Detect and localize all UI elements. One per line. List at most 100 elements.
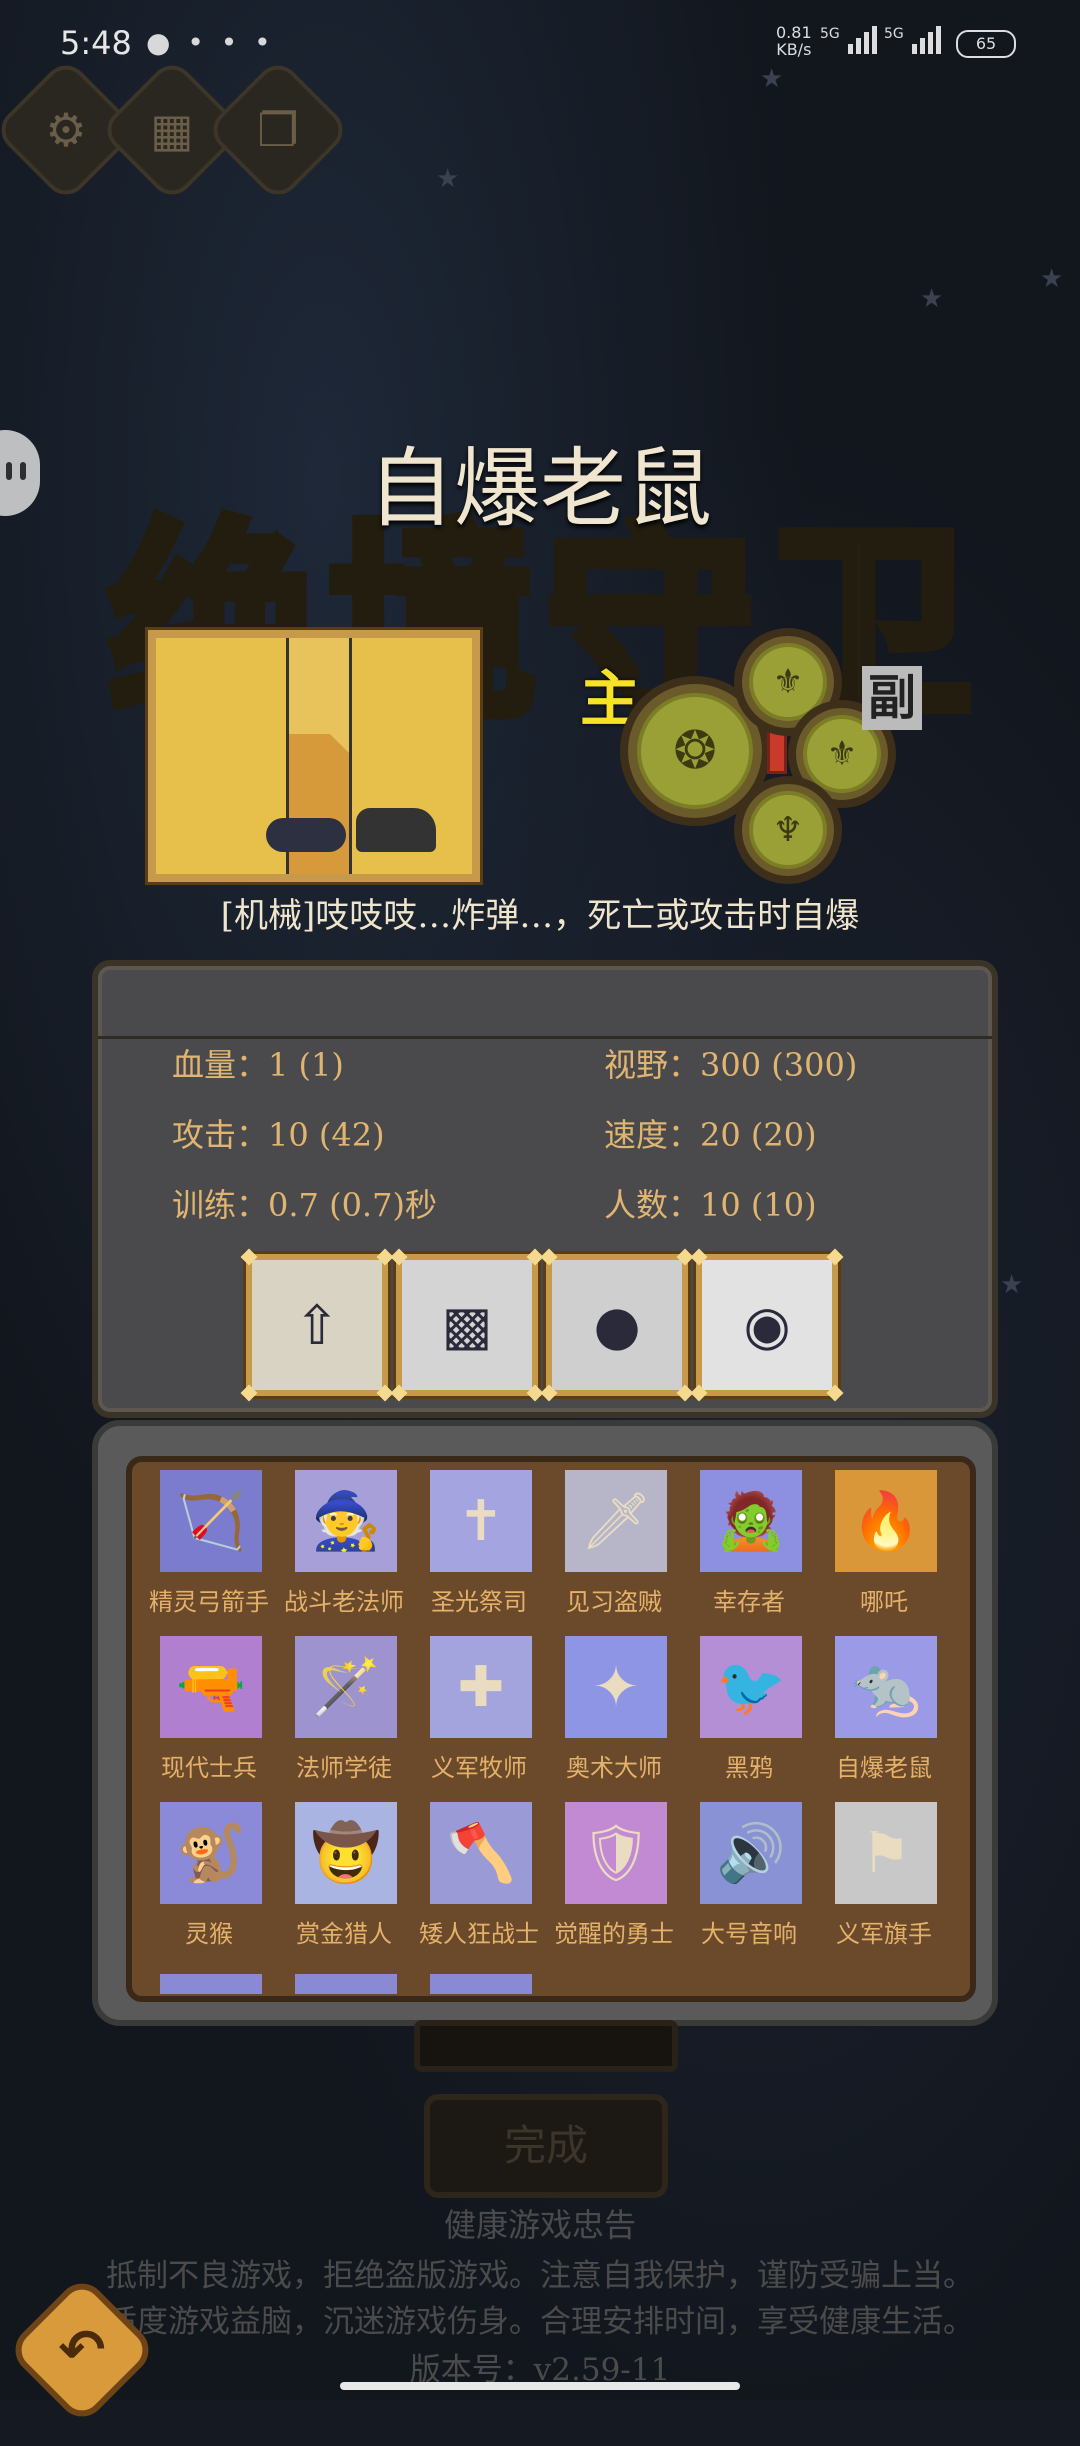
roster-unit-partial[interactable]	[430, 1974, 532, 1994]
unit-portrait	[148, 630, 480, 882]
unit-name-label: 灵猴	[185, 1920, 233, 1948]
roster-unit[interactable]: 🔥 哪吒	[817, 1470, 951, 1630]
stat-speed: 速度：20 (20)	[604, 1110, 817, 1156]
unit-name-label: 奥术大师	[566, 1754, 662, 1782]
unit-avatar: 🗡	[565, 1470, 667, 1572]
rat-glow-icon: ◉	[743, 1293, 791, 1357]
roster-unit[interactable]: ✚ 义军牧师	[412, 1636, 546, 1796]
stat-attack: 攻击：10 (42)	[172, 1110, 385, 1156]
roster-unit[interactable]: 🛡 觉醒的勇士	[547, 1802, 681, 1962]
unit-avatar: 🐀	[835, 1636, 937, 1738]
unit-avatar: ✝	[430, 1470, 532, 1572]
roster-unit[interactable]: 🪄 法师学徒	[277, 1636, 411, 1796]
unit-name: 自爆老鼠	[368, 439, 712, 539]
stat-vision-value: 300 (300)	[700, 1046, 858, 1084]
roster-unit[interactable]: 🔊 大号音响	[682, 1802, 816, 1962]
signal-label: 5G	[820, 26, 840, 42]
unit-name-label: 自爆老鼠	[836, 1754, 932, 1782]
stat-count-value: 10 (10)	[700, 1186, 817, 1224]
unit-avatar: 🐦	[700, 1636, 802, 1738]
roster-unit-partial[interactable]	[295, 1974, 397, 1994]
unit-avatar: ⚑	[835, 1802, 937, 1904]
back-arrow-icon: ↶	[58, 2317, 106, 2383]
sub-talent-orb-bottom[interactable]: ♆	[734, 776, 842, 884]
roster-unit[interactable]: 🐦 黑鸦	[682, 1636, 816, 1796]
signal-icon: 5G	[820, 26, 880, 58]
roster-unit[interactable]: ✦ 奥术大师	[547, 1636, 681, 1796]
roster-unit[interactable]: 🪓 矮人狂战士	[412, 1802, 546, 1962]
roster-unit[interactable]: 🧟 幸存者	[682, 1470, 816, 1630]
bomb-icon: ●	[593, 1293, 641, 1357]
spiral-rune-icon: ❂	[637, 693, 753, 809]
copy-icon: ❐	[257, 103, 299, 157]
unit-name-label: 哪吒	[860, 1588, 908, 1616]
stat-attack-label: 攻击：	[172, 1116, 269, 1154]
unit-name-label: 黑鸦	[725, 1754, 773, 1782]
unit-avatar: 🪄	[295, 1636, 397, 1738]
skill-slot[interactable]: ▩	[390, 1248, 544, 1402]
stat-training-value: 0.7 (0.7)秒	[268, 1186, 437, 1224]
roster-unit[interactable]: 🤠 赏金猎人	[277, 1802, 411, 1962]
unit-name-label: 觉醒的勇士	[554, 1920, 674, 1948]
stat-hp: 血量：1 (1)	[172, 1040, 344, 1086]
battery-icon: 65	[956, 30, 1016, 58]
unit-name-label: 大号音响	[701, 1920, 797, 1948]
unit-avatar: 🔫	[160, 1636, 262, 1738]
stat-vision-label: 视野：	[604, 1046, 701, 1084]
unit-roster-list[interactable]: 🏹 精灵弓箭手 🧙 战斗老法师 ✝ 圣光祭司 🗡 见习盗贼 🧟 幸存者 🔥 哪吒 🔫 现代士兵 🪄 法师学徒 ✚…	[126, 1456, 976, 2002]
stat-vision: 视野：300 (300)	[604, 1040, 857, 1086]
star-icon: ★	[1000, 1270, 1024, 1300]
unit-avatar: 🧙	[295, 1470, 397, 1572]
unit-avatar: 🧟	[700, 1470, 802, 1572]
confirm-button[interactable]: 完成	[424, 2094, 668, 2198]
network-speed: 0.81 KB/s	[776, 24, 812, 58]
stat-speed-label: 速度：	[604, 1116, 701, 1154]
roster-unit[interactable]: ⚑ 义军旗手	[817, 1802, 951, 1962]
stat-hp-label: 血量：	[172, 1046, 269, 1084]
unit-roster-panel: 🏹 精灵弓箭手 🧙 战斗老法师 ✝ 圣光祭司 🗡 见习盗贼 🧟 幸存者 🔥 哪吒 🔫 现代士兵 🪄 法师学徒 ✚…	[92, 1420, 998, 2026]
rune-icon: ♆	[749, 791, 827, 869]
roster-unit[interactable]: 🧙 战斗老法师	[277, 1470, 411, 1630]
notice-line-2: 适度游戏益脑，沉迷游戏伤身。合理安排时间，享受健康生活。	[106, 2304, 974, 2340]
unit-avatar: ✚	[430, 1636, 532, 1738]
unit-name-label: 义军旗手	[836, 1920, 932, 1948]
unit-avatar: ✦	[565, 1636, 667, 1738]
unit-name-label: 圣光祭司	[431, 1588, 527, 1616]
stat-attack-value: 10 (42)	[268, 1116, 385, 1154]
stat-training: 训练：0.7 (0.7)秒	[172, 1180, 437, 1226]
roster-unit[interactable]: 🐒 灵猴	[142, 1802, 276, 1962]
star-icon: ★	[920, 284, 944, 314]
gear-icon: ⚙	[45, 103, 87, 157]
rat-swarm-icon: ▩	[441, 1293, 493, 1357]
signal-icon: 5G	[884, 26, 944, 58]
skill-slot[interactable]: ●	[540, 1248, 694, 1402]
unit-avatar: 🏹	[160, 1470, 262, 1572]
roster-unit[interactable]: 🐀 自爆老鼠	[817, 1636, 951, 1796]
roster-unit[interactable]: ✝ 圣光祭司	[412, 1470, 546, 1630]
unit-avatar: 🔊	[700, 1802, 802, 1904]
net-speed-value: 0.81	[776, 23, 812, 42]
rat-bomb-image	[266, 818, 346, 852]
car-image	[356, 808, 436, 852]
notification-icons: ● • • •	[146, 26, 275, 59]
unit-description: [机械]吱吱吱…炸弹…，死亡或攻击时自爆	[220, 896, 860, 936]
unit-avatar: 🐒	[160, 1802, 262, 1904]
unit-avatar: 🪓	[430, 1802, 532, 1904]
unit-name-label: 战斗老法师	[284, 1588, 404, 1616]
unit-name-label: 赏金猎人	[296, 1920, 392, 1948]
roster-unit[interactable]: 🗡 见习盗贼	[547, 1470, 681, 1630]
roster-unit[interactable]: 🏹 精灵弓箭手	[142, 1470, 276, 1630]
roster-unit[interactable]: 🔫 现代士兵	[142, 1636, 276, 1796]
signal-label: 5G	[884, 26, 904, 42]
unit-avatar: 🤠	[295, 1802, 397, 1904]
unit-name-label: 见习盗贼	[566, 1588, 662, 1616]
roster-unit-partial[interactable]	[160, 1974, 262, 1994]
stat-count-label: 人数：	[604, 1186, 701, 1224]
net-speed-unit: KB/s	[776, 40, 812, 59]
notice-line-1: 抵制不良游戏，拒绝盗版游戏。注意自我保护，谨防受骗上当。	[106, 2258, 974, 2294]
unit-name-label: 精灵弓箭手	[149, 1588, 269, 1616]
stats-panel: 血量：1 (1) 视野：300 (300) 攻击：10 (42) 速度：20 (…	[92, 960, 998, 1418]
home-indicator[interactable]	[340, 2382, 740, 2390]
skill-slot[interactable]: ⇧	[240, 1248, 394, 1402]
skill-slot[interactable]: ◉	[690, 1248, 844, 1402]
